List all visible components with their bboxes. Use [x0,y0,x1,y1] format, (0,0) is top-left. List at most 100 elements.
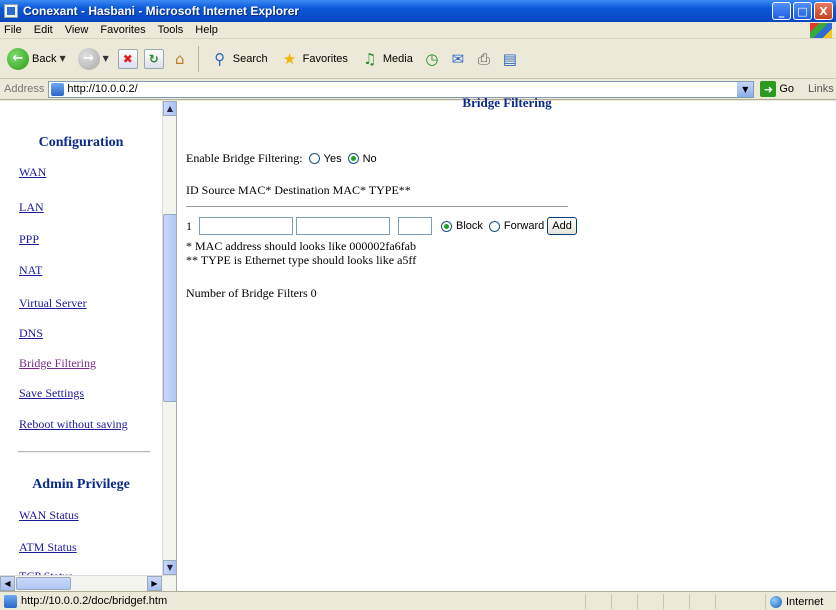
forward-label: Forward [503,220,545,232]
status-panels [585,594,741,609]
search-button[interactable]: ⚲ Search [207,45,271,73]
forward-radio[interactable] [488,220,500,232]
nav-wan[interactable]: WAN [19,165,46,180]
nav-bridge-filtering[interactable]: Bridge Filtering [19,356,96,371]
type-input[interactable] [398,217,432,235]
enable-row: Enable Bridge Filtering: Yes No [186,151,377,166]
nav-lan[interactable]: LAN [19,200,44,215]
admin-heading: Admin Privilege [32,477,130,492]
star-icon: ★ [282,49,297,68]
status-url: http://10.0.0.2/doc/bridgef.htm [21,595,168,607]
block-label: Block [456,220,483,232]
nav-atm-status[interactable]: ATM Status [19,540,77,555]
nav-ppp[interactable]: PPP [19,232,39,247]
status-panel [585,594,611,609]
search-icon: ⚲ [214,49,226,68]
address-input[interactable] [67,83,708,95]
media-label: Media [382,52,413,65]
toolbar: ← Back ▼ → ▼ ✖ ↻ ⌂ ⚲ Search ★ Favorites … [0,39,836,79]
nav-virtual-server[interactable]: Virtual Server [19,296,87,311]
title-bar: Conexant - Hasbani - Microsoft Internet … [0,0,836,22]
hscroll-thumb[interactable] [16,577,71,590]
menu-help[interactable]: Help [195,24,218,36]
refresh-icon[interactable]: ↻ [143,48,164,69]
nav-wan-status[interactable]: WAN Status [19,508,79,523]
back-label: Back [32,52,57,65]
go-label: Go [779,83,795,95]
media-icon: ♫ [363,49,377,68]
config-heading: Configuration [38,135,124,150]
security-zone: Internet [765,594,823,609]
scroll-up-icon[interactable]: ▲ [163,101,176,116]
nav-horizontal-scrollbar[interactable]: ◀ ▶ [0,575,176,591]
enable-yes-label: Yes [323,152,342,165]
forward-arrow-icon: → [77,47,100,70]
close-button[interactable]: X [814,2,833,20]
nav-vertical-scrollbar[interactable]: ▲ ▼ [162,101,176,575]
chevron-down-icon: ▼ [59,54,66,63]
windows-logo-icon [810,23,832,38]
filter-count: Number of Bridge Filters 0 [186,286,317,300]
back-button[interactable]: ← Back ▼ [4,45,69,73]
nav-nat[interactable]: NAT [19,263,42,278]
nav-frame: Configuration WAN LAN PPP NAT Virtual Se… [0,101,177,591]
back-arrow-icon: ← [7,47,29,70]
globe-icon [770,595,782,608]
row-id: 1 [186,218,192,233]
nav-dns[interactable]: DNS [19,326,43,341]
ie-icon [4,4,18,18]
minimize-button[interactable]: _ [772,2,791,20]
maximize-button[interactable]: □ [793,2,812,20]
menu-bar: File Edit View Favorites Tools Help [0,22,836,39]
browser-content: Configuration WAN LAN PPP NAT Virtual Se… [0,95,836,591]
zone-label: Internet [786,595,824,608]
nav-divider [18,451,150,453]
menu-tools[interactable]: Tools [158,24,184,36]
enable-yes-radio[interactable] [308,153,320,164]
status-bar: http://10.0.0.2/doc/bridgef.htm Internet [0,591,836,610]
print-icon[interactable]: ⎙ [474,49,494,69]
mac-format-note: * MAC address should looks like 000002fa… [186,239,416,253]
status-panel [663,594,689,609]
history-icon[interactable]: ◷ [422,49,442,69]
column-header: ID Source MAC* Destination MAC* TYPE** [186,183,411,197]
status-panel [715,594,741,609]
add-button[interactable]: Add [547,217,577,235]
enable-no-label: No [362,152,377,165]
block-radio[interactable] [441,220,452,232]
nav-save-settings[interactable]: Save Settings [19,386,84,401]
scroll-thumb[interactable] [163,214,176,402]
status-panel [689,594,715,609]
destination-mac-input[interactable] [296,217,390,235]
search-label: Search [232,52,268,65]
menu-view[interactable]: View [65,24,89,36]
status-panel [637,594,663,609]
media-button[interactable]: ♫ Media [357,45,416,73]
address-label: Address [4,83,45,95]
menu-edit[interactable]: Edit [34,24,53,36]
links-button[interactable]: Links [808,83,834,95]
window-controls: _ □ X [772,2,833,20]
source-mac-input[interactable] [199,217,293,235]
scroll-right-icon[interactable]: ▶ [147,576,162,591]
header-divider [186,206,568,207]
nav-reboot-without-saving[interactable]: Reboot without saving [19,417,128,432]
mail-icon[interactable]: ✉ [448,49,468,69]
forward-button[interactable]: → ▼ [75,45,112,73]
stop-icon[interactable]: ✖ [117,48,138,69]
chevron-down-icon: ▼ [102,54,109,63]
scroll-down-icon[interactable]: ▼ [163,560,176,575]
scroll-left-icon[interactable]: ◀ [0,576,15,591]
enable-no-radio[interactable] [347,153,359,164]
menu-file[interactable]: File [4,24,22,36]
favorites-label: Favorites [302,52,348,65]
status-panel [611,594,637,609]
enable-label: Enable Bridge Filtering: [186,151,303,165]
type-format-note: ** TYPE is Ethernet type should looks li… [186,253,417,267]
favorites-button[interactable]: ★ Favorites [277,45,351,73]
menu-favorites[interactable]: Favorites [100,24,145,36]
main-frame: Bridge Filtering Enable Bridge Filtering… [178,95,836,591]
page-title: Bridge Filtering [462,95,552,110]
home-icon[interactable]: ⌂ [170,49,190,69]
edit-icon[interactable]: ▤ [500,49,520,69]
